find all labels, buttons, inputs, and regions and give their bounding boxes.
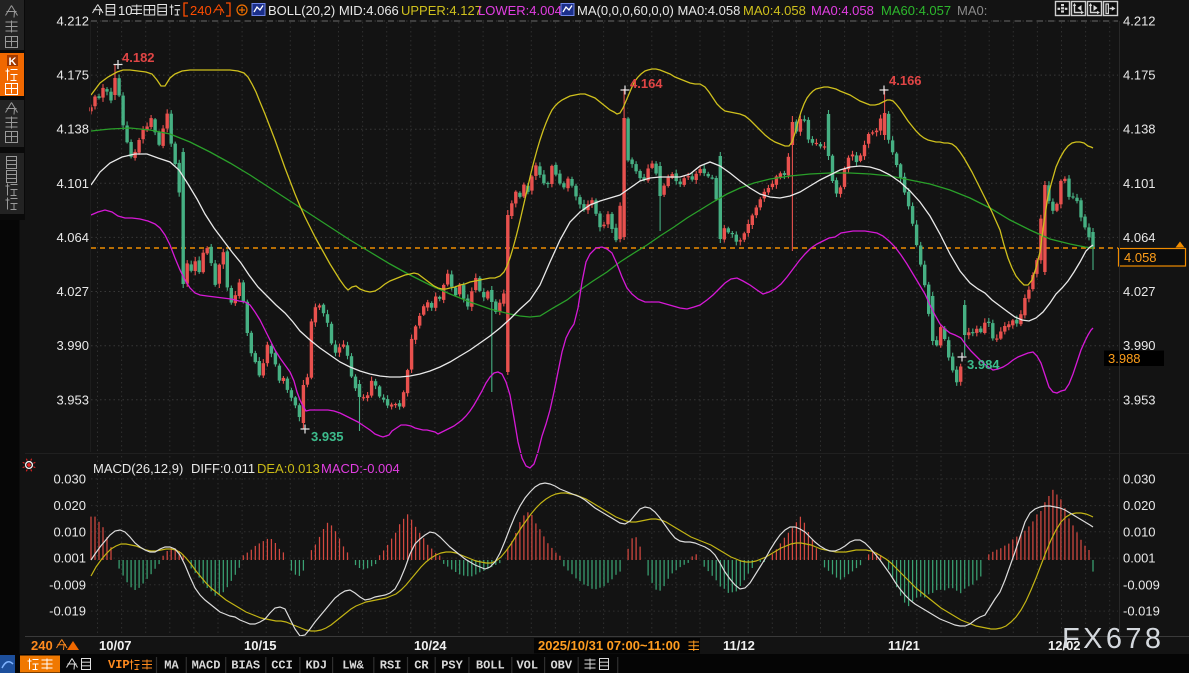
svg-text:MACD: MACD (192, 659, 221, 673)
svg-text:OBV: OBV (550, 659, 572, 673)
svg-text:BOLL: BOLL (476, 659, 505, 673)
svg-text:3.935: 3.935 (311, 429, 344, 444)
svg-text:4.101: 4.101 (56, 176, 89, 191)
svg-text:10/24: 10/24 (414, 638, 447, 653)
svg-text:4.138: 4.138 (1123, 122, 1156, 137)
svg-text:0.001: 0.001 (53, 551, 86, 566)
svg-text:K: K (9, 56, 17, 68)
svg-text:4.182: 4.182 (122, 50, 155, 65)
svg-text:3.953: 3.953 (1123, 392, 1156, 407)
svg-text:3.953: 3.953 (56, 392, 89, 407)
svg-text:4.064: 4.064 (56, 230, 89, 245)
svg-text:4.175: 4.175 (56, 68, 89, 83)
svg-text:MA0:4.058: MA0:4.058 (743, 3, 806, 18)
svg-text:CCI: CCI (271, 659, 293, 673)
svg-text:MACD:-0.004: MACD:-0.004 (321, 461, 400, 476)
svg-text:0.020: 0.020 (53, 498, 86, 513)
svg-text:-0.009: -0.009 (1123, 577, 1160, 592)
svg-text:FX678: FX678 (1062, 623, 1164, 655)
svg-text:RSI: RSI (380, 659, 402, 673)
svg-text:11/12: 11/12 (723, 638, 755, 653)
svg-text:BIAS: BIAS (231, 659, 260, 673)
svg-text:DEA:0.013: DEA:0.013 (257, 461, 320, 476)
svg-text:VOL: VOL (516, 659, 538, 673)
svg-text:MACD(26,12,9): MACD(26,12,9) (93, 461, 183, 476)
svg-text:PSY: PSY (441, 659, 463, 673)
svg-text:4.212: 4.212 (56, 14, 89, 29)
svg-text:MA: MA (164, 659, 179, 673)
svg-text:LOWER:4.004: LOWER:4.004 (478, 3, 562, 18)
svg-text:CR: CR (414, 659, 429, 673)
svg-text:-0.019: -0.019 (49, 604, 86, 619)
svg-text:-0.019: -0.019 (1123, 604, 1160, 619)
svg-text:0.030: 0.030 (1123, 471, 1156, 486)
svg-text:-0.009: -0.009 (49, 577, 86, 592)
svg-text:10: 10 (118, 3, 132, 18)
svg-text:2025/10/31 07:00~11:00: 2025/10/31 07:00~11:00 (538, 638, 680, 653)
svg-text:0.030: 0.030 (53, 471, 86, 486)
svg-text:4.027: 4.027 (56, 284, 89, 299)
svg-text:240: 240 (190, 3, 212, 18)
svg-text:0.001: 0.001 (1123, 551, 1156, 566)
svg-text:11/21: 11/21 (888, 638, 920, 653)
svg-text:MA0:: MA0: (957, 3, 987, 18)
svg-text:LW&: LW& (342, 659, 364, 673)
svg-text:VIP: VIP (108, 658, 130, 672)
svg-text:0.010: 0.010 (53, 524, 86, 539)
svg-text:10/07: 10/07 (99, 638, 132, 653)
svg-text:MA(0,0,0,60,0,0) MA0:4.058: MA(0,0,0,60,0,0) MA0:4.058 (577, 3, 740, 18)
svg-text:4.164: 4.164 (630, 76, 663, 91)
svg-text:4.175: 4.175 (1123, 68, 1156, 83)
svg-text:240: 240 (31, 638, 53, 653)
svg-text:BOLL(20,2) MID:4.066: BOLL(20,2) MID:4.066 (268, 3, 399, 18)
svg-text:0.010: 0.010 (1123, 524, 1156, 539)
svg-text:4.166: 4.166 (889, 73, 922, 88)
svg-text:3.990: 3.990 (56, 338, 89, 353)
svg-text:4.027: 4.027 (1123, 284, 1156, 299)
svg-text:MA60:4.057: MA60:4.057 (881, 3, 951, 18)
svg-text:3.984: 3.984 (967, 357, 1000, 372)
svg-text:DIFF:0.011: DIFF:0.011 (191, 461, 255, 476)
svg-text:10/15: 10/15 (244, 638, 277, 653)
svg-text:4.212: 4.212 (1123, 14, 1156, 29)
svg-text:3.988: 3.988 (1108, 351, 1141, 366)
svg-text:UPPER:4.127: UPPER:4.127 (401, 3, 482, 18)
svg-text:4.058: 4.058 (1124, 250, 1157, 265)
svg-text:MA0:4.058: MA0:4.058 (811, 3, 874, 18)
svg-text:4.101: 4.101 (1123, 176, 1156, 191)
svg-text:4.138: 4.138 (56, 122, 89, 137)
svg-text:3.990: 3.990 (1123, 338, 1156, 353)
svg-text:0.020: 0.020 (1123, 498, 1156, 513)
svg-text:4.064: 4.064 (1123, 230, 1156, 245)
svg-text:KDJ: KDJ (305, 659, 327, 673)
